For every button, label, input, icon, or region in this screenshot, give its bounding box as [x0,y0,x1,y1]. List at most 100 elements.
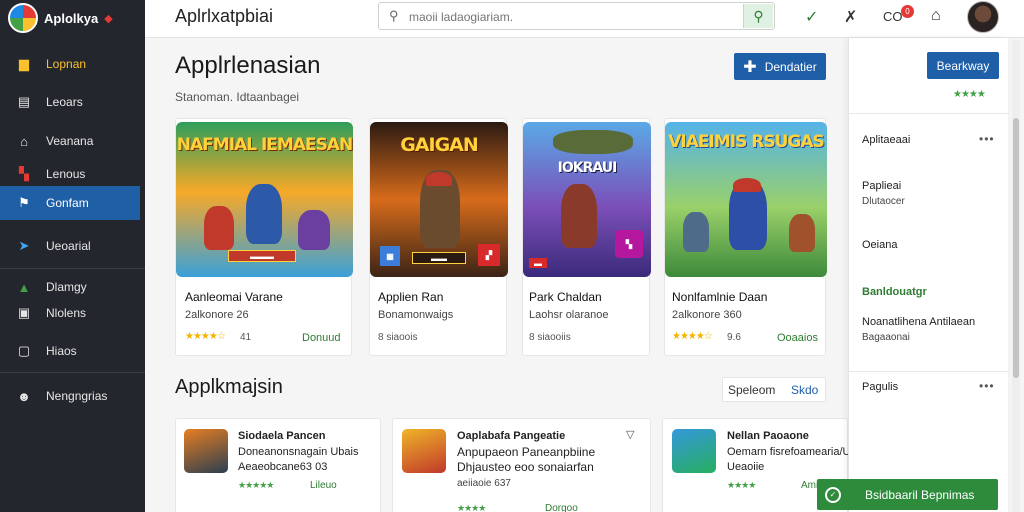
primary-action-button[interactable]: ✚ Dendatier [734,53,826,80]
panel-row-label: Paplieai [862,180,902,192]
search-icon: ⚲ [389,8,399,23]
artwork-badge: ▬▬▬ [228,250,296,262]
search-box: ⚲ ⚲ [378,2,775,30]
user-icon: ☻ [17,388,31,404]
panel-divider [849,113,1009,114]
home-icon[interactable]: ⌂ [931,7,941,25]
list-item-meta: Ueaoiie [727,461,765,473]
list-item[interactable]: Oaplabafa Pangeatie ▽ Anpupaeon Paneanpb… [392,418,651,512]
sidebar-item-label: Nengngrias [46,389,108,403]
app-name: Applien Ran [378,290,444,304]
page-title: Applrlenasian [175,52,321,79]
sidebar-item-label: Lopnan [46,57,87,71]
sidebar-item-6[interactable]: ➤ Ueoarial [0,229,140,263]
sidebar-item-4[interactable]: ▚ Lenous [0,162,140,186]
panel-row-value: Dlutaocer [862,196,905,207]
rating-badge: ▦ [380,246,400,266]
panel-row-label: Oeiana [862,239,898,251]
notification-toast[interactable]: ✓ Bsidbaaril Bepnimas [817,479,998,510]
download-button[interactable]: Ooaaios [777,332,818,344]
sidebar-item-label: Veanana [46,134,94,148]
download-button[interactable]: Donuud [302,332,341,344]
star-rating-icon: ★★★★ [953,89,986,100]
publisher-badge: ▞ [478,244,500,266]
sidebar-item-8[interactable]: ▣ Nlolens [0,296,140,330]
sidebar-item-2[interactable]: ▤ Leoars [0,85,140,119]
app-thumbnail [184,429,228,473]
app-card[interactable]: GAIGAN ▦ ▞ ▬▬ Applien Ran Bonamonwaigs 8… [369,118,508,356]
panel-action-button[interactable]: Bearkway [927,52,999,79]
sidebar-item-label: Hiaos [46,344,77,358]
sidebar-item-label: Lenous [46,167,86,181]
tools-icon[interactable]: ✗ [844,7,857,27]
hero-figure [561,184,597,248]
panel-row-label: Pagulis [862,381,899,393]
section-title: Applkmajsin [175,376,283,398]
home-icon: ⌂ [20,133,28,149]
plus-icon: ✚ [743,58,757,76]
page-header-title: Aplrlxatpbiai [175,6,274,26]
sidebar-divider [0,268,145,269]
app-review-count: 8 siaooiis [529,332,571,343]
star-rating-icon: ★★★★☆ [672,331,713,342]
app-developer: Laohsr olaranoe [529,309,609,321]
artwork-badge: ▬▬ [412,252,466,264]
scrollbar-thumb[interactable] [1013,118,1019,378]
page-subtitle: Stanoman. Idtaanbagei [175,90,300,104]
app-name: Aanleomai Varane [185,290,283,304]
cart-button[interactable]: CO [883,9,903,24]
app-card[interactable]: NAFMIAL IEMAESAN ▬▬▬ Aanleomai Varane 2a… [175,118,353,356]
enemy-figure [204,206,234,250]
sidebar: Aplolkya ◆ ▆ Lopnan ▤ Leoars ⌂ Veanana ▚… [0,0,145,512]
star-rating-icon: ★★★★ [727,480,756,490]
list-item-detail: Dhjausteo eoo sonaiarfan [457,460,594,474]
more-options-icon[interactable]: ••• [979,379,995,393]
rating-badge: ▬ [529,258,547,268]
chevron-down-icon[interactable]: ▽ [626,428,634,441]
app-thumbnail [672,429,716,473]
app-card[interactable]: IOKRAUI ▚ ▬ Park Chaldan Laohsr olaranoe… [522,118,651,356]
panel-divider [849,371,1009,372]
sort-link[interactable]: Skdo [791,383,818,397]
sidebar-item-10[interactable]: ☻ Nengngrias [0,379,140,413]
hero-figure [246,184,282,244]
check-circle-icon[interactable]: ✓ [805,7,818,27]
avatar[interactable] [967,1,999,33]
app-thumbnail [402,429,446,473]
enemy-figure [789,214,815,252]
jet-figure [553,130,633,154]
list-item-price[interactable]: Lileuo [310,480,337,491]
sidebar-item-1[interactable]: ▆ Lopnan [0,47,140,81]
sidebar-divider [0,372,145,373]
panel-row-label: Aplitaeaai [862,134,911,146]
list-item-price[interactable]: Dorgoo [545,503,578,512]
app-developer: 2alkonore 26 [185,309,249,321]
panel-row-link[interactable]: Banldouatgr [862,286,927,298]
box-icon: ▣ [17,305,31,320]
search-button[interactable]: ⚲ [743,4,773,28]
list-item-meta: aeiiaoie 637 [457,478,511,489]
chart-icon: ▲ [17,279,31,295]
app-card[interactable]: VIAEIMIS RSUGAS Nonlfamlnie Daan 2alkono… [664,118,827,356]
sidebar-item-9[interactable]: ▢ Hiaos [0,334,140,368]
publisher-badge: ▚ [615,230,643,258]
list-item-title: Siodaela Pancen [238,430,326,442]
app-card-artwork: IOKRAUI ▚ ▬ [523,122,651,277]
app-logo[interactable]: Aplolkya ◆ [8,3,113,33]
sidebar-item-3[interactable]: ⌂ Veanana [0,124,140,158]
list-item-title: Oaplabafa Pangeatie [457,430,566,442]
logo-text: Aplolkya [44,10,99,26]
app-developer: Bonamonwaigs [378,309,454,321]
sidebar-item-label: Dlamgy [46,280,87,294]
window-icon: ▢ [17,343,31,358]
sidebar-item-label: Ueoarial [46,239,91,253]
artwork-title: VIAEIMIS RSUGAS [668,132,824,152]
sidebar-item-5[interactable]: ⚑ Gonfam [0,186,140,220]
logo-mark-icon [8,3,38,33]
artwork-title: NAFMIAL IEMAESAN [176,135,353,155]
more-options-icon[interactable]: ••• [979,132,995,146]
app-card-artwork: VIAEIMIS RSUGAS [665,122,827,277]
list-item[interactable]: Siodaela Pancen Doneanonsnagain Ubais Ae… [175,418,381,512]
search-input[interactable] [409,7,729,27]
flag-icon: ⚑ [18,195,30,210]
